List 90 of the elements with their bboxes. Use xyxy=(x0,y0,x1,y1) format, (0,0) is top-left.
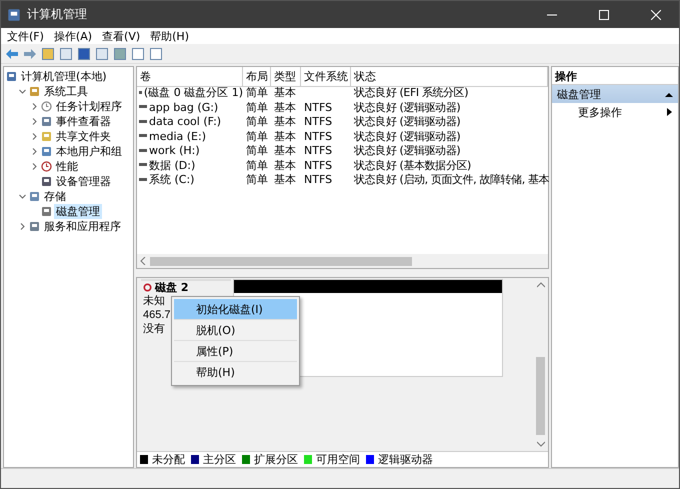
volume-icon xyxy=(139,163,147,167)
context-menu-item[interactable]: 属性(P) xyxy=(174,341,297,362)
volume-name: 数据 (D:) xyxy=(149,158,196,172)
table-cell-text: 状态良好 (基本数据分区) xyxy=(353,158,472,172)
scroll-down-icon[interactable] xyxy=(536,441,544,447)
menu-item[interactable]: 操作(A) xyxy=(54,28,92,44)
offline-disk-icon xyxy=(143,283,152,292)
context-menu-item[interactable]: 帮助(H) xyxy=(174,362,297,383)
table-cell-text: NTFS xyxy=(303,100,334,114)
back-icon[interactable] xyxy=(5,46,19,60)
legend-label: 逻辑驱动器 xyxy=(378,452,433,467)
window-title: 计算机管理 xyxy=(27,6,88,23)
table-cell-text: NTFS xyxy=(303,130,334,142)
table-cell-text: 简单 xyxy=(245,128,269,144)
maximize-icon[interactable] xyxy=(599,10,609,20)
table-cell-text: 状态良好 (逻辑驱动器) xyxy=(353,128,462,144)
table-cell-text: 状态良好 (EFI 系统分区) xyxy=(353,85,470,100)
menu-item[interactable]: 文件(F) xyxy=(7,28,44,44)
table-cell-text: 状态良好 (启动, 页面文件, 故障转储, 基本 xyxy=(353,172,550,187)
tree-item[interactable]: 服务和应用程序 xyxy=(42,219,123,234)
horizontal-scrollbar[interactable] xyxy=(137,254,548,268)
menu-item[interactable]: 查看(V) xyxy=(102,28,140,44)
table-cell-text: 简单 xyxy=(245,100,269,114)
volume-name: media (E:) xyxy=(149,130,206,142)
close-icon[interactable] xyxy=(651,10,661,20)
tree-item[interactable]: 性能 xyxy=(54,159,80,174)
performance-icon xyxy=(41,161,52,172)
tree-item[interactable]: 共享文件夹 xyxy=(54,129,113,144)
table-cell-text: NTFS xyxy=(303,173,334,186)
volume-name: (磁盘 0 磁盘分区 1) xyxy=(144,85,243,100)
volume-icon xyxy=(139,134,147,138)
volume-icon xyxy=(139,120,147,124)
volume-icon xyxy=(139,148,147,152)
clock-icon xyxy=(41,101,52,112)
disk-detail: 465.7 xyxy=(143,308,171,322)
volume-icon xyxy=(139,178,147,182)
table-cell-text: 状态良好 (逻辑驱动器) xyxy=(353,143,462,158)
table-cell-text: 基本 xyxy=(273,114,297,129)
table-cell-text: 简单 xyxy=(245,85,269,100)
scroll-left-icon[interactable] xyxy=(140,257,146,265)
volume-name: data cool (F:) xyxy=(149,115,222,128)
tree-item[interactable]: 系统工具 xyxy=(42,84,90,99)
context-menu-item[interactable]: 脱机(O) xyxy=(174,320,297,341)
tree-item[interactable]: 本地用户和组 xyxy=(54,144,124,159)
forward-icon[interactable] xyxy=(23,46,37,60)
table-cell-text: 简单 xyxy=(245,158,269,172)
table-cell-text: NTFS xyxy=(303,144,334,157)
legend-label: 主分区 xyxy=(203,452,236,467)
table-cell-text: 基本 xyxy=(273,172,297,187)
action-item[interactable]: 更多操作 xyxy=(552,103,678,121)
table-cell-text: NTFS xyxy=(303,158,334,172)
volume-name: app bag (G:) xyxy=(149,100,218,114)
disk-detail: 未知 xyxy=(143,294,165,308)
legend-label: 扩展分区 xyxy=(254,452,298,467)
volume-icon xyxy=(139,90,142,94)
table-cell-text: 基本 xyxy=(273,85,297,100)
table-cell-text: 基本 xyxy=(273,143,297,158)
legend-label: 未分配 xyxy=(152,452,185,467)
scroll-up-icon[interactable] xyxy=(536,282,544,288)
volume-name: work (H:) xyxy=(149,144,200,157)
volume-name: 系统 (C:) xyxy=(149,172,194,187)
disk-detail: 没有 xyxy=(143,322,165,336)
volume-icon xyxy=(139,105,147,109)
column-header[interactable]: 布局 xyxy=(243,67,271,87)
table-cell-text: 简单 xyxy=(245,114,269,129)
column-header[interactable]: 卷 xyxy=(137,67,243,87)
column-header[interactable]: 类型 xyxy=(271,67,301,87)
table-cell-text: NTFS xyxy=(303,115,334,128)
column-header[interactable]: 文件系统 xyxy=(301,67,351,87)
tree-item[interactable]: 磁盘管理 xyxy=(54,204,102,219)
table-cell-text: 简单 xyxy=(245,143,269,158)
table-cell-text: 基本 xyxy=(273,158,297,172)
context-menu-item[interactable]: 初始化磁盘(I) xyxy=(174,299,297,320)
table-cell-text: 基本 xyxy=(273,100,297,114)
disk-name: 磁盘 2 xyxy=(155,280,188,295)
actions-section[interactable]: 磁盘管理 xyxy=(552,85,678,103)
table-cell-text: 状态良好 (逻辑驱动器) xyxy=(353,114,462,129)
submenu-arrow-icon xyxy=(667,108,672,116)
tree-item[interactable]: 存储 xyxy=(42,189,68,204)
tree-item[interactable]: 任务计划程序 xyxy=(54,99,124,114)
tree-item[interactable]: 设备管理器 xyxy=(54,174,113,189)
column-header[interactable]: 状态 xyxy=(351,67,548,87)
table-cell-text: 简单 xyxy=(245,172,269,187)
table-cell-text: 状态良好 (逻辑驱动器) xyxy=(353,100,462,114)
menu-item[interactable]: 帮助(H) xyxy=(150,28,189,44)
tree-item[interactable]: 事件查看器 xyxy=(54,114,113,129)
collapse-icon xyxy=(665,92,673,96)
table-cell-text: 基本 xyxy=(273,128,297,144)
legend-label: 可用空间 xyxy=(316,452,360,467)
tree-item[interactable]: 计算机管理(本地) xyxy=(19,69,109,84)
